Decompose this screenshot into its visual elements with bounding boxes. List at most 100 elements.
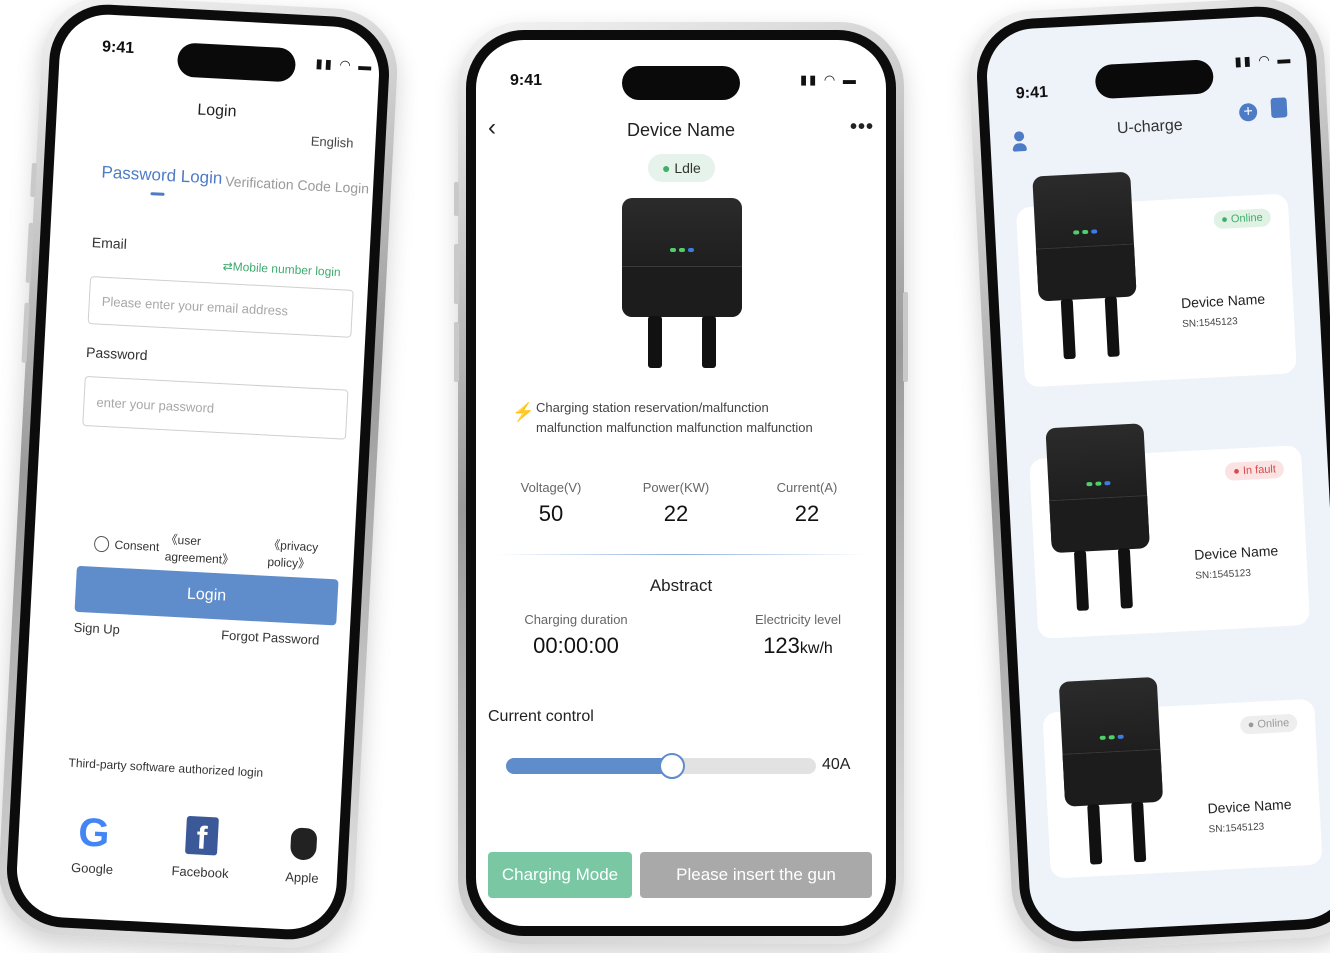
- device-sn: SN:1545123: [1181, 316, 1239, 331]
- sign-up-link[interactable]: Sign Up: [73, 620, 120, 637]
- page-title: Login: [196, 101, 237, 121]
- device-sn: SN:1545123: [1208, 821, 1265, 836]
- email-field[interactable]: [87, 276, 354, 338]
- status-icons: ▮▮ ◠ ▬: [800, 72, 858, 87]
- mute-switch: [30, 162, 37, 198]
- charger-image: [1045, 423, 1150, 611]
- current-metric: Current(A) 22: [762, 480, 852, 527]
- scan-icon[interactable]: [1270, 97, 1288, 119]
- language-selector[interactable]: English: [310, 133, 353, 150]
- page-title: Device Name: [626, 120, 736, 140]
- status-time: 9:41: [1015, 83, 1049, 103]
- electricity-block: Electricity level 123kw/h: [728, 612, 868, 659]
- password-label: Password: [85, 343, 148, 364]
- divider: [496, 554, 866, 555]
- consent-row: Consent 《user agreement》 《privacy policy…: [93, 527, 354, 575]
- current-value: 22: [794, 501, 820, 526]
- email-input[interactable]: [88, 277, 353, 337]
- password-field[interactable]: [82, 375, 349, 440]
- device-list-phone: 9:41 ▮▮ ◠ ▬ U-charge + ● Online Device N…: [965, 0, 1330, 953]
- status-label: Online: [1230, 211, 1264, 226]
- slider-thumb[interactable]: [659, 753, 686, 779]
- google-login[interactable]: G Google: [57, 809, 130, 878]
- insert-gun-button[interactable]: Please insert the gun: [640, 852, 872, 898]
- google-label: Google: [70, 859, 114, 878]
- tab-indicator: [150, 192, 165, 196]
- volume-up-button: [25, 222, 34, 283]
- power-button: [903, 292, 908, 382]
- volume-down-button: [454, 322, 459, 382]
- consent-label: Consent: [114, 537, 160, 555]
- status-dot: ●: [662, 160, 671, 176]
- device-detail-phone: 9:41 ▮▮ ◠ ▬ ‹ Device Name ••• ● Ldle ⚡ C…: [454, 22, 908, 944]
- duration-block: Charging duration 00:00:00: [506, 612, 646, 659]
- power-value: 22: [663, 501, 689, 526]
- power-label: Power(KW): [642, 480, 710, 495]
- third-party-label: Third-party software authorized login: [68, 755, 264, 780]
- dynamic-island: [622, 66, 740, 100]
- slider-value: 40A: [822, 756, 851, 773]
- duration-label: Charging duration: [524, 612, 628, 627]
- status-label: In fault: [1242, 463, 1277, 478]
- facebook-label: Facebook: [171, 863, 229, 882]
- notice-text: Charging station reservation/malfunction…: [536, 398, 813, 438]
- forgot-password-link[interactable]: Forgot Password: [221, 627, 320, 647]
- status-label: Online: [1257, 717, 1290, 731]
- notice-line-2: malfunction malfunction malfunction malf…: [536, 420, 813, 435]
- status-badge: ● Online: [1239, 713, 1298, 735]
- mute-switch: [454, 182, 459, 216]
- dynamic-island: [176, 42, 297, 83]
- lightning-icon: ⚡: [512, 402, 535, 422]
- status-badge: ● Online: [1212, 208, 1272, 230]
- login-button[interactable]: Login: [74, 565, 339, 626]
- email-label: Email: [91, 234, 128, 252]
- password-input[interactable]: [83, 376, 348, 439]
- volume-down-button: [21, 302, 30, 363]
- electricity-value: 123: [763, 633, 800, 658]
- charger-image: [1058, 676, 1164, 865]
- power-metric: Power(KW) 22: [631, 480, 721, 527]
- abstract-title: Abstract: [649, 576, 713, 595]
- user-agreement-link[interactable]: 《user agreement》: [164, 530, 262, 569]
- status-time: 9:41: [101, 38, 135, 58]
- facebook-icon: f: [184, 815, 219, 856]
- facebook-login[interactable]: f Facebook: [165, 815, 238, 882]
- apple-label: Apple: [284, 869, 319, 886]
- voltage-value: 50: [538, 501, 564, 526]
- device-list-screen: 9:41 ▮▮ ◠ ▬ U-charge + ● Online Device N…: [984, 14, 1330, 934]
- volume-up-button: [454, 244, 459, 304]
- notice-line-1: Charging station reservation/malfunction: [536, 400, 769, 415]
- electricity-unit: kw/h: [799, 640, 833, 657]
- tab-password-login[interactable]: Password Login: [101, 163, 223, 189]
- current-slider[interactable]: [506, 753, 816, 779]
- privacy-policy-link[interactable]: 《privacy policy》: [267, 536, 355, 574]
- login-screen: 9:41 ▮▮ ◠ ▬ Login English Password Login…: [14, 12, 382, 932]
- electricity-label: Electricity level: [755, 612, 841, 627]
- status-time: 9:41: [510, 72, 543, 89]
- status-icons: ▮▮ ◠ ▬: [1234, 50, 1293, 69]
- charging-mode-button[interactable]: Charging Mode: [488, 852, 632, 898]
- slider-fill: [506, 758, 671, 774]
- mobile-login-link[interactable]: ⇄Mobile number login: [222, 259, 341, 279]
- apple-icon: [289, 827, 318, 861]
- consent-radio[interactable]: [93, 535, 110, 553]
- apple-login[interactable]: Apple: [267, 820, 340, 887]
- current-label: Current(A): [776, 480, 838, 495]
- voltage-label: Voltage(V): [520, 480, 582, 495]
- status-badge: ● Ldle: [648, 154, 715, 182]
- device-name: Device Name: [1207, 796, 1292, 817]
- current-control-label: Current control: [488, 708, 594, 725]
- dynamic-island: [1094, 59, 1215, 100]
- charger-image: [622, 198, 742, 368]
- status-label: Ldle: [674, 160, 701, 176]
- charger-image: [1032, 171, 1137, 360]
- duration-value: 00:00:00: [533, 633, 619, 658]
- more-icon[interactable]: •••: [850, 116, 874, 139]
- device-detail-screen: 9:41 ▮▮ ◠ ▬ ‹ Device Name ••• ● Ldle ⚡ C…: [476, 40, 886, 926]
- tab-verification-code-login[interactable]: Verification Code Login: [225, 173, 370, 197]
- login-phone: 9:41 ▮▮ ◠ ▬ Login English Password Login…: [0, 0, 401, 951]
- page-title: U-charge: [1116, 116, 1184, 138]
- status-badge: ● In fault: [1224, 459, 1285, 481]
- device-name: Device Name: [1180, 290, 1266, 312]
- google-icon: G: [77, 810, 111, 856]
